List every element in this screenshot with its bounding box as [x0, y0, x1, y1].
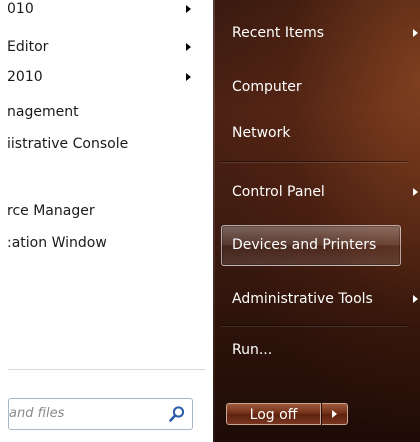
program-item[interactable]: :ation Window [0, 230, 213, 256]
programs-pane: 010 Editor 2010 nagement iistrative Cons… [0, 0, 213, 442]
menu-item-computer[interactable]: Computer [221, 68, 411, 106]
program-label: rce Manager [7, 203, 95, 219]
menu-item-run[interactable]: Run... [221, 331, 411, 369]
chevron-right-icon [413, 295, 418, 303]
divider [8, 369, 205, 370]
magnifier-icon[interactable] [168, 405, 186, 423]
menu-item-recent-items[interactable]: Recent Items [221, 14, 418, 52]
chevron-right-icon [332, 410, 337, 418]
chevron-right-icon [413, 188, 418, 196]
program-label: 2010 [7, 69, 43, 85]
menu-item-label: Devices and Printers [232, 237, 377, 253]
chevron-right-icon [186, 43, 191, 51]
program-item[interactable]: rce Manager [0, 198, 213, 224]
divider [221, 325, 407, 326]
menu-item-label: Run... [232, 342, 273, 358]
places-pane: Recent Items Computer Network Control Pa… [213, 0, 420, 442]
chevron-right-icon [186, 73, 191, 81]
menu-item-control-panel[interactable]: Control Panel [221, 173, 418, 211]
menu-item-label: Network [232, 125, 291, 141]
program-item[interactable]: 010 [0, 0, 213, 22]
search-input[interactable]: and files [8, 398, 193, 430]
chevron-right-icon [186, 5, 191, 13]
program-label: :ation Window [7, 235, 107, 251]
divider [221, 161, 407, 162]
menu-item-administrative-tools[interactable]: Administrative Tools [221, 280, 418, 318]
chevron-right-icon [413, 29, 418, 37]
logoff-label: Log off [249, 407, 298, 423]
menu-item-label: Computer [232, 79, 302, 95]
shutdown-options-button[interactable] [322, 403, 348, 425]
program-item[interactable]: iistrative Console [0, 131, 213, 157]
program-item[interactable]: 2010 [0, 64, 213, 90]
menu-item-label: Control Panel [232, 184, 325, 200]
logoff-button[interactable]: Log off [226, 403, 321, 425]
program-item[interactable]: Editor [0, 34, 213, 60]
menu-item-devices-and-printers[interactable]: Devices and Printers [221, 225, 401, 266]
menu-item-label: Administrative Tools [232, 291, 373, 307]
program-label: nagement [7, 104, 79, 120]
search-placeholder: and files [9, 406, 65, 421]
program-item[interactable]: nagement [0, 99, 213, 125]
menu-item-network[interactable]: Network [221, 114, 411, 152]
program-label: iistrative Console [7, 136, 129, 152]
program-label: Editor [7, 39, 49, 55]
program-label: 010 [7, 1, 34, 17]
menu-item-label: Recent Items [232, 25, 324, 41]
